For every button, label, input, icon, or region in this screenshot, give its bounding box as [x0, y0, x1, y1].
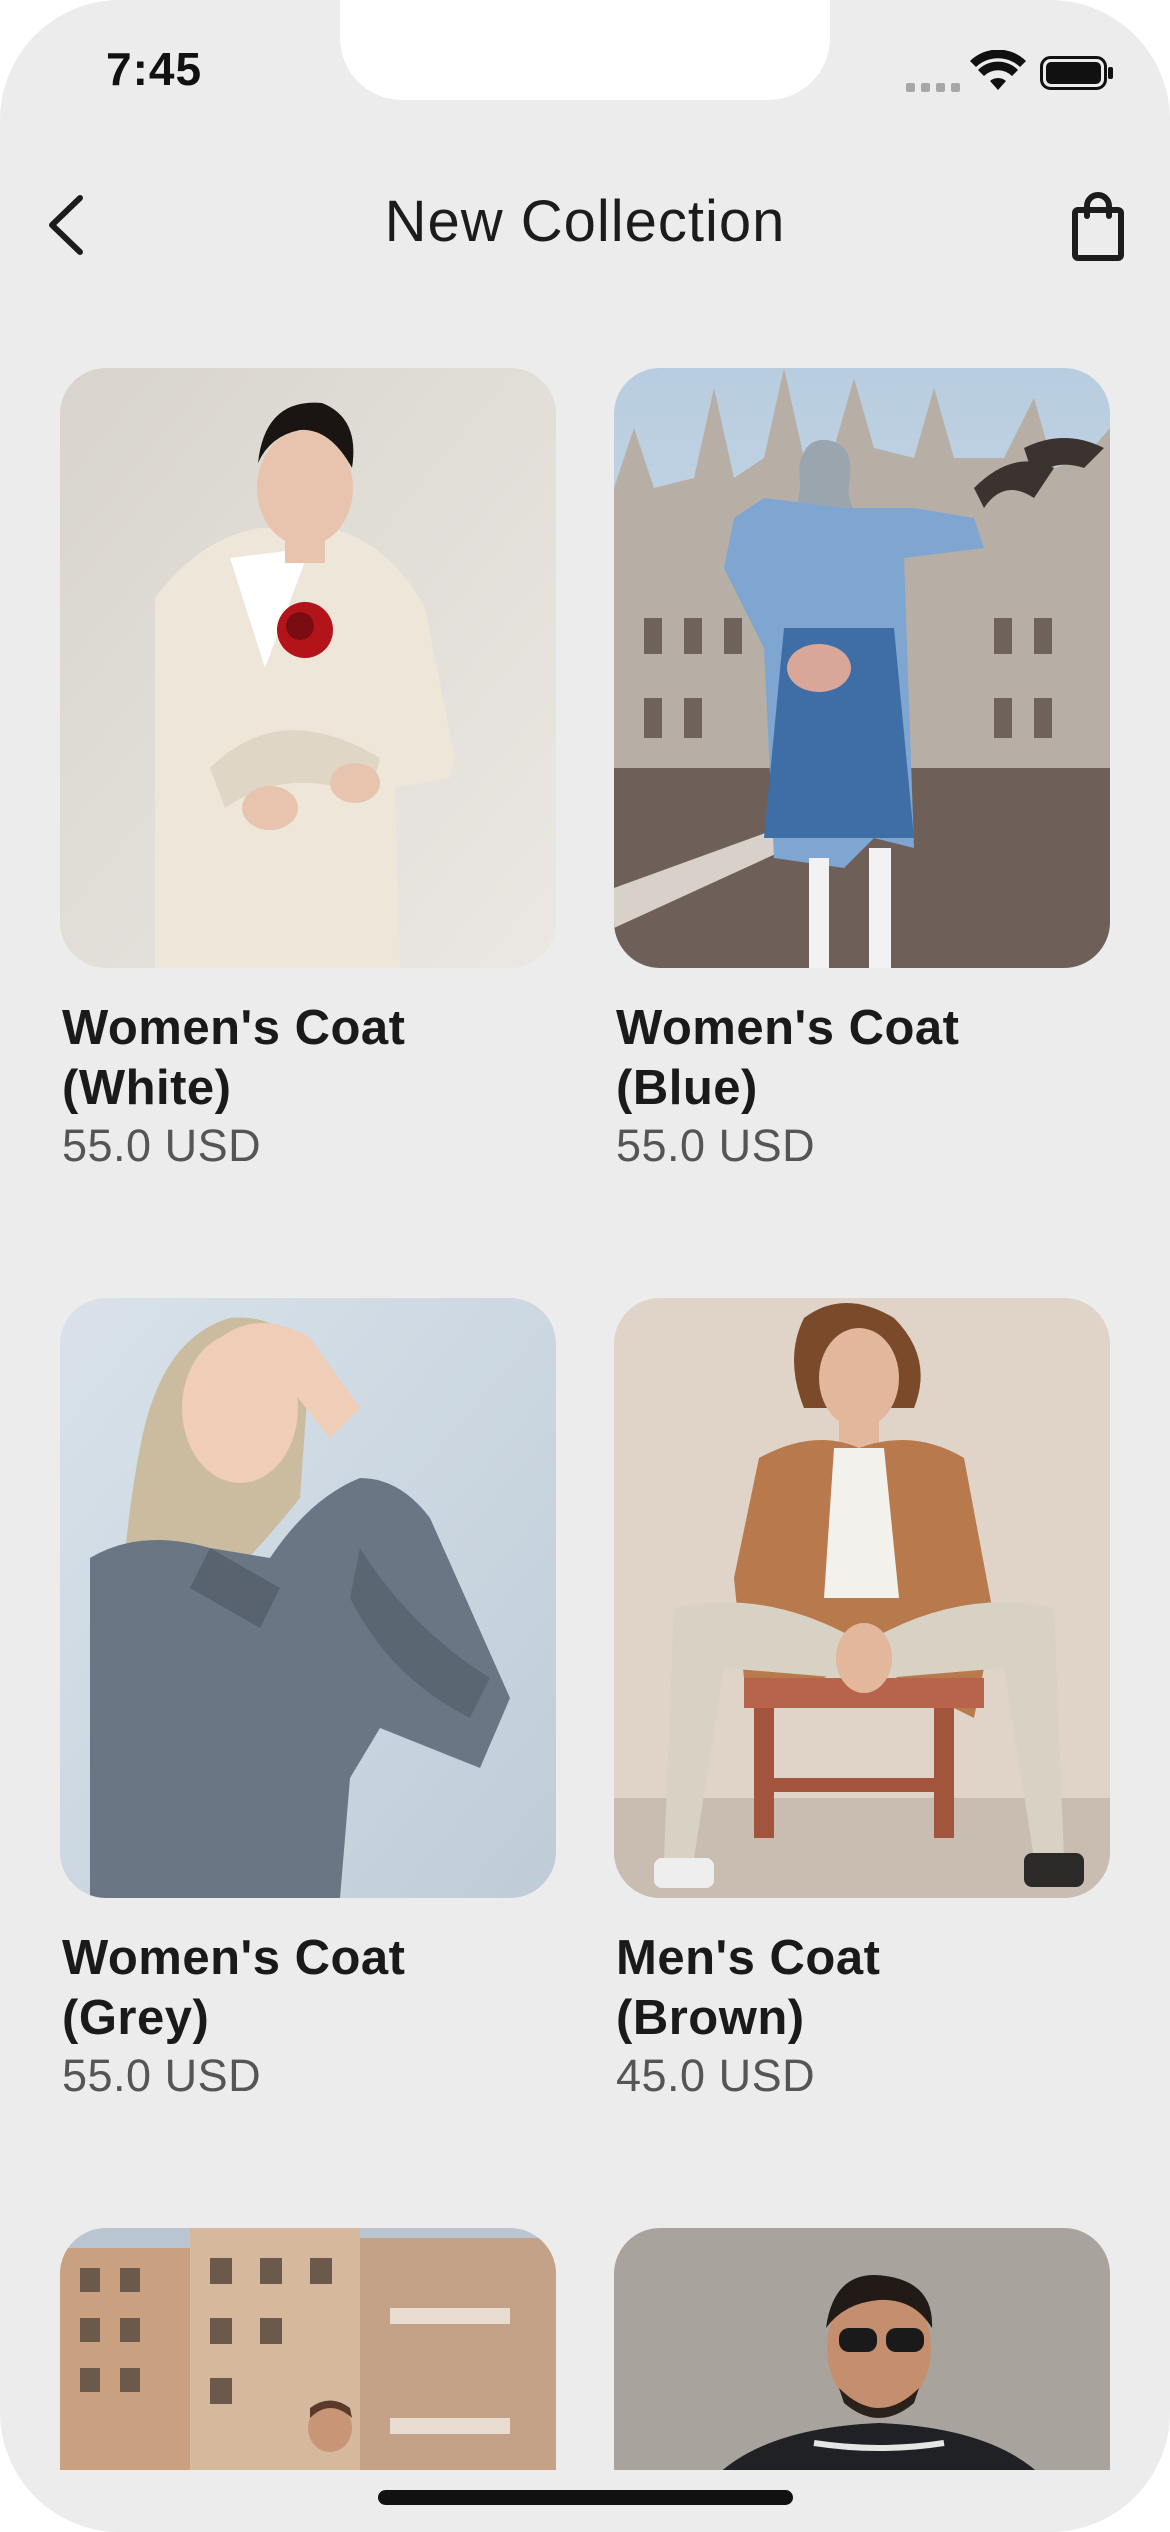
- device-notch: [340, 0, 830, 100]
- product-price: 55.0 USD: [62, 2050, 262, 2101]
- man-brown-coat-photo: [614, 1298, 1110, 1898]
- product-image[interactable]: [614, 368, 1110, 968]
- product-card[interactable]: Women's Coat (White) 55.0 USD: [60, 368, 556, 1174]
- product-card[interactable]: Women's Coat (Blue) 55.0 USD: [614, 368, 1110, 1174]
- man-city-buildings-photo: [60, 2228, 556, 2478]
- product-card[interactable]: [614, 2228, 1110, 2478]
- cellular-signal-icon: [906, 78, 962, 92]
- status-time: 7:45: [106, 43, 203, 95]
- product-price: 55.0 USD: [62, 1120, 262, 1171]
- product-image[interactable]: [614, 1298, 1110, 1898]
- product-image[interactable]: [60, 2228, 556, 2478]
- product-card[interactable]: Women's Coat (Grey) 55.0 USD: [60, 1298, 556, 2104]
- product-name: Women's Coat (White): [62, 1001, 406, 1115]
- top-navigation-bar: New Collection: [0, 160, 1170, 290]
- product-price: 55.0 USD: [616, 1120, 816, 1171]
- product-image[interactable]: [60, 1298, 556, 1898]
- product-name: Women's Coat (Blue): [616, 1001, 960, 1115]
- product-card[interactable]: [60, 2228, 556, 2478]
- wifi-icon: [970, 50, 1026, 90]
- woman-blue-coat-photo: [614, 368, 1110, 968]
- woman-grey-coat-photo: [60, 1298, 556, 1898]
- app-screen: 7:45 New Collection Women's Coat (White)…: [0, 0, 1170, 2532]
- man-sunglasses-photo: [614, 2228, 1110, 2478]
- home-indicator: [378, 2490, 793, 2505]
- product-price: 45.0 USD: [616, 2050, 816, 2101]
- shopping-bag-icon[interactable]: [1070, 190, 1130, 262]
- page-title: New Collection: [384, 189, 786, 254]
- product-image[interactable]: [614, 2228, 1110, 2478]
- product-name: Women's Coat (Grey): [62, 1931, 406, 2045]
- product-name: Men's Coat (Brown): [616, 1931, 881, 2045]
- status-bar: 7:45: [0, 0, 1170, 140]
- product-card[interactable]: Men's Coat (Brown) 45.0 USD: [614, 1298, 1110, 2104]
- battery-icon: [1040, 56, 1113, 90]
- product-image[interactable]: [60, 368, 556, 968]
- woman-white-coat-photo: [60, 368, 556, 968]
